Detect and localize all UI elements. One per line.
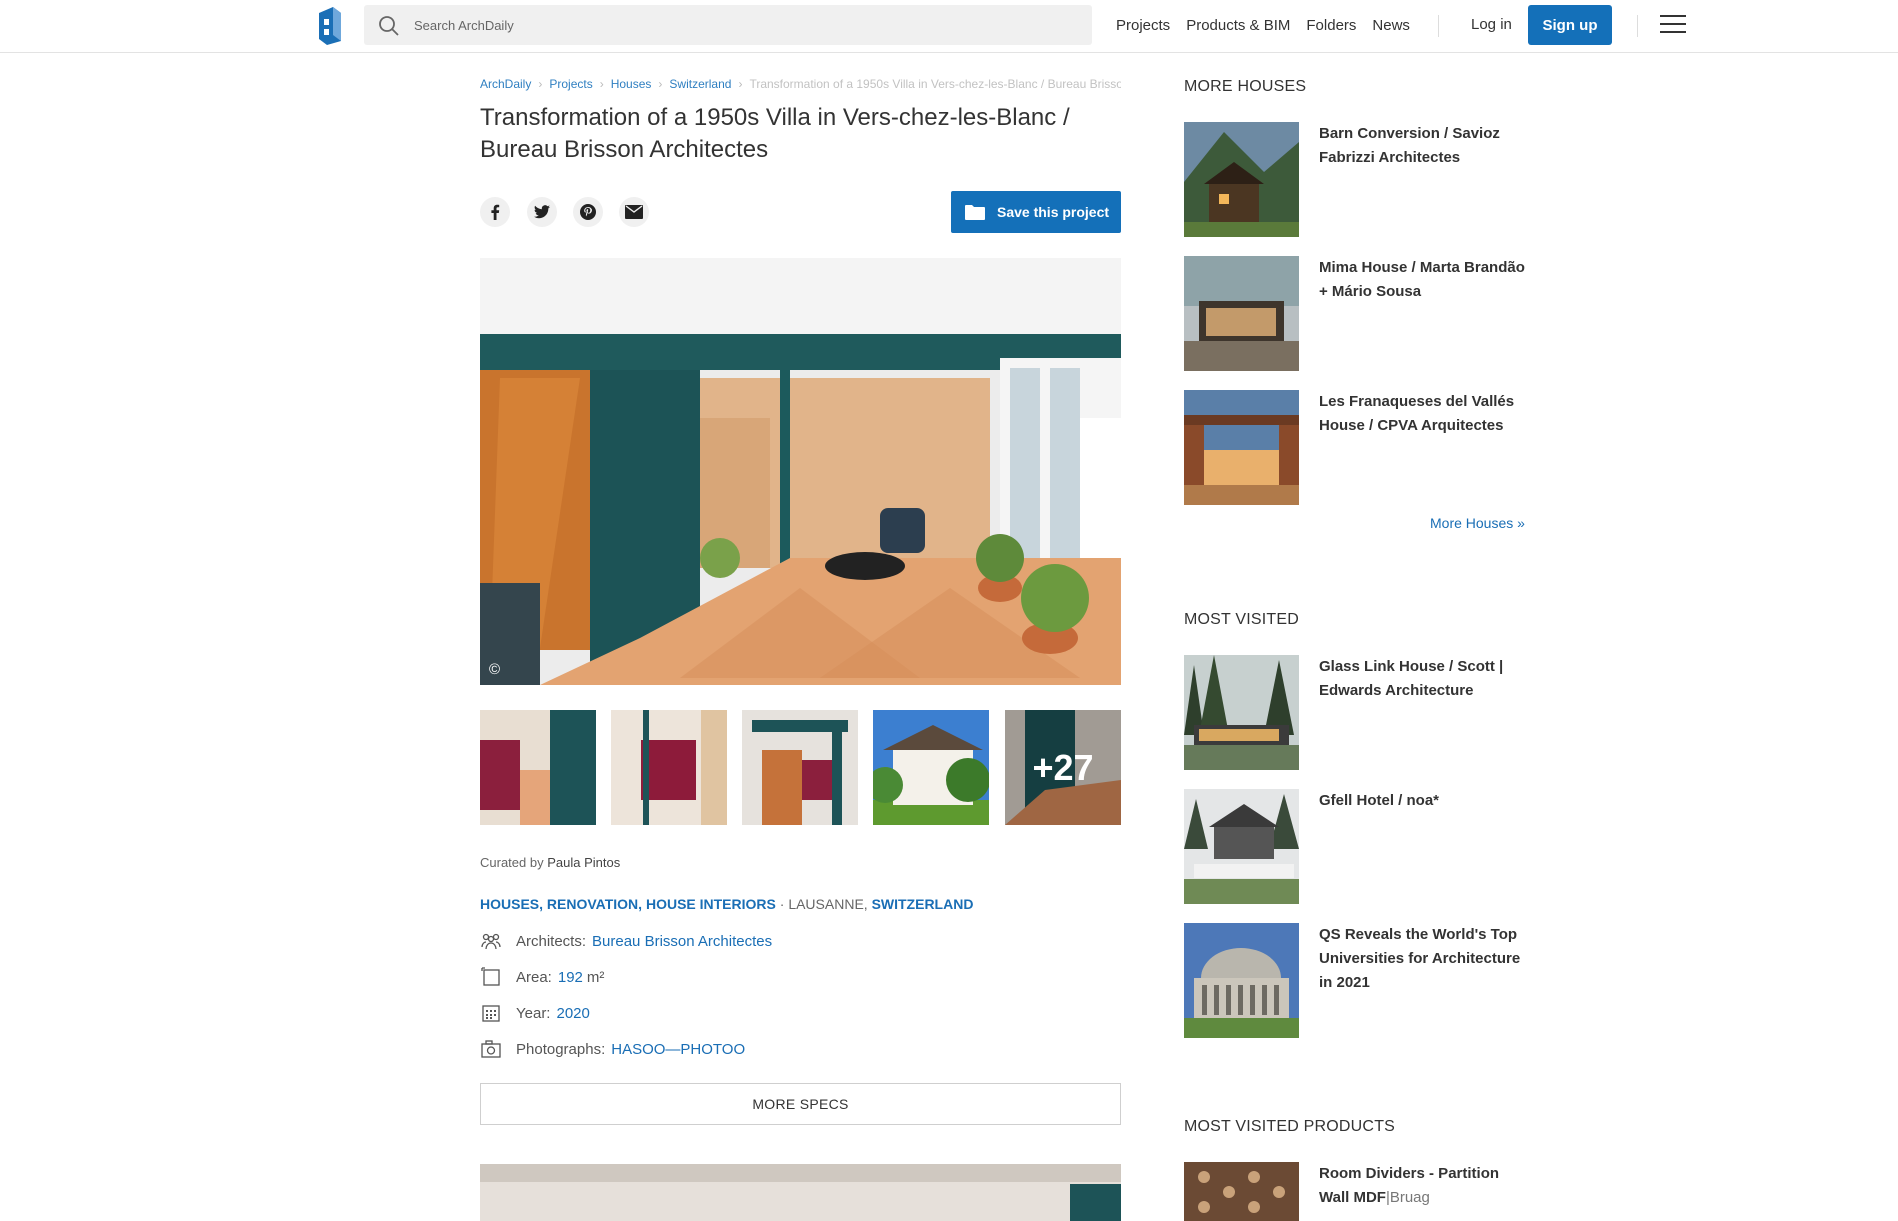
tag-renovation[interactable]: RENOVATION bbox=[547, 896, 638, 912]
more-houses-link[interactable]: More Houses » bbox=[1430, 515, 1525, 531]
search-icon bbox=[379, 16, 399, 36]
year-label: Year: bbox=[516, 1004, 551, 1022]
twitter-share-button[interactable] bbox=[527, 197, 557, 227]
top-header: Projects Products & BIM Folders News Log… bbox=[0, 0, 1898, 53]
location-city: LAUSANNE bbox=[788, 896, 864, 912]
calendar-icon bbox=[482, 1005, 500, 1022]
architects-value[interactable]: Bureau Brisson Architectes bbox=[592, 933, 772, 950]
hero-photo[interactable] bbox=[480, 258, 1121, 685]
breadcrumb-current: Transformation of a 1950s Villa in Vers-… bbox=[749, 77, 1121, 91]
most-visited-heading: MOST VISITED bbox=[1184, 611, 1300, 628]
nav-divider bbox=[1637, 15, 1638, 37]
gallery-thumbnail[interactable] bbox=[611, 710, 727, 825]
most-visited-thumbnail[interactable] bbox=[1184, 923, 1299, 1038]
more-houses-heading: MORE HOUSES bbox=[1184, 78, 1307, 95]
folder-icon bbox=[965, 205, 985, 220]
email-share-button[interactable] bbox=[619, 197, 649, 227]
product-thumbnail[interactable] bbox=[1184, 1162, 1299, 1221]
most-visited-item[interactable]: Gfell Hotel / noa* bbox=[1319, 789, 1529, 813]
more-houses-item[interactable]: Barn Conversion / Savioz Fabrizzi Archit… bbox=[1319, 122, 1529, 170]
breadcrumb: ArchDaily › Projects › Houses › Switzerland › Tr… bbox=[480, 77, 1121, 93]
gallery-thumbnail[interactable] bbox=[742, 710, 858, 825]
nav-projects[interactable]: Projects bbox=[1116, 17, 1170, 34]
breadcrumb-projects[interactable]: Projects bbox=[549, 77, 592, 91]
more-houses-thumbnail[interactable] bbox=[1184, 122, 1299, 237]
most-visited-thumbnail[interactable] bbox=[1184, 655, 1299, 770]
spec-photographs: Photographs: HASOO—PHOTOO bbox=[480, 1038, 745, 1060]
architects-label: Architects: bbox=[516, 932, 587, 950]
curator-name[interactable]: Paula Pintos bbox=[547, 855, 620, 870]
save-project-button[interactable]: Save this project bbox=[951, 191, 1121, 233]
more-houses-thumbnail[interactable] bbox=[1184, 256, 1299, 371]
spec-year: Year: 2020 bbox=[480, 1002, 590, 1024]
mail-icon bbox=[625, 205, 643, 219]
more-houses-thumbnail[interactable] bbox=[1184, 390, 1299, 505]
product-brand[interactable]: Bruag bbox=[1390, 1189, 1430, 1206]
gallery-more-photos[interactable]: +27 bbox=[1005, 710, 1121, 825]
nav-products-bim[interactable]: Products & BIM bbox=[1186, 17, 1290, 34]
more-specs-button[interactable]: MORE SPECS bbox=[480, 1083, 1121, 1125]
photographs-value[interactable]: HASOO—PHOTOO bbox=[611, 1041, 745, 1058]
main-nav: Projects Products & BIM Folders News bbox=[1116, 0, 1426, 50]
area-unit: m² bbox=[586, 968, 605, 986]
tag-house-interiors[interactable]: HOUSE INTERIORS bbox=[646, 896, 776, 912]
most-visited-item[interactable]: Glass Link House / Scott | Edwards Archi… bbox=[1319, 655, 1529, 703]
more-houses-item[interactable]: Les Franaqueses del Vallés House / CPVA … bbox=[1319, 390, 1529, 438]
nav-news[interactable]: News bbox=[1372, 17, 1410, 34]
search-input[interactable] bbox=[414, 5, 1074, 45]
page-title: Transformation of a 1950s Villa in Vers-… bbox=[480, 104, 1070, 163]
copyright-mark: © bbox=[489, 661, 501, 678]
breadcrumb-houses[interactable]: Houses bbox=[611, 77, 652, 91]
pinterest-share-button[interactable] bbox=[573, 197, 603, 227]
product-item[interactable]: Room Dividers - Partition Wall MDF|Bruag bbox=[1319, 1162, 1529, 1210]
search-bar[interactable] bbox=[364, 5, 1092, 45]
save-project-label: Save this project bbox=[997, 204, 1110, 220]
camera-icon bbox=[481, 1040, 501, 1058]
most-visited-item[interactable]: QS Reveals the World's Top Universities … bbox=[1319, 923, 1529, 995]
breadcrumb-archdaily[interactable]: ArchDaily bbox=[480, 77, 531, 91]
spec-architects: Architects: Bureau Brisson Architectes bbox=[480, 930, 772, 952]
facebook-share-button[interactable] bbox=[480, 197, 510, 227]
photographs-label: Photographs: bbox=[516, 1040, 606, 1058]
archdaily-logo[interactable] bbox=[315, 5, 343, 45]
year-value[interactable]: 2020 bbox=[556, 1005, 589, 1022]
gallery-thumbnail[interactable] bbox=[480, 710, 596, 825]
nav-folders[interactable]: Folders bbox=[1306, 17, 1356, 34]
spec-area: Area: 192 m² bbox=[480, 966, 604, 988]
area-value[interactable]: 192 bbox=[558, 969, 583, 986]
most-visited-products-heading: MOST VISITED PRODUCTS bbox=[1184, 1118, 1396, 1135]
login-link[interactable]: Log in bbox=[1471, 16, 1512, 33]
pinterest-icon bbox=[580, 204, 596, 220]
more-photos-count: +27 bbox=[1005, 710, 1121, 825]
project-tags: HOUSES, RENOVATION, HOUSE INTERIORS · LA… bbox=[480, 896, 974, 912]
curated-by: Curated by Paula Pintos bbox=[480, 855, 620, 870]
hamburger-menu-icon[interactable] bbox=[1660, 15, 1686, 35]
signup-button[interactable]: Sign up bbox=[1528, 5, 1612, 45]
twitter-icon bbox=[534, 205, 550, 219]
tag-houses[interactable]: HOUSES bbox=[480, 896, 539, 912]
people-icon bbox=[481, 933, 501, 950]
breadcrumb-switzerland[interactable]: Switzerland bbox=[669, 77, 731, 91]
curated-prefix: Curated by bbox=[480, 855, 544, 870]
area-icon bbox=[481, 967, 500, 986]
gallery-thumbnail[interactable] bbox=[873, 710, 989, 825]
most-visited-thumbnail[interactable] bbox=[1184, 789, 1299, 904]
facebook-icon bbox=[491, 204, 500, 220]
article-photo[interactable] bbox=[480, 1164, 1121, 1221]
area-label: Area: bbox=[516, 968, 552, 986]
nav-divider bbox=[1438, 15, 1439, 37]
more-houses-item[interactable]: Mima House / Marta Brandão + Mário Sousa bbox=[1319, 256, 1529, 304]
location-country[interactable]: SWITZERLAND bbox=[872, 896, 974, 912]
